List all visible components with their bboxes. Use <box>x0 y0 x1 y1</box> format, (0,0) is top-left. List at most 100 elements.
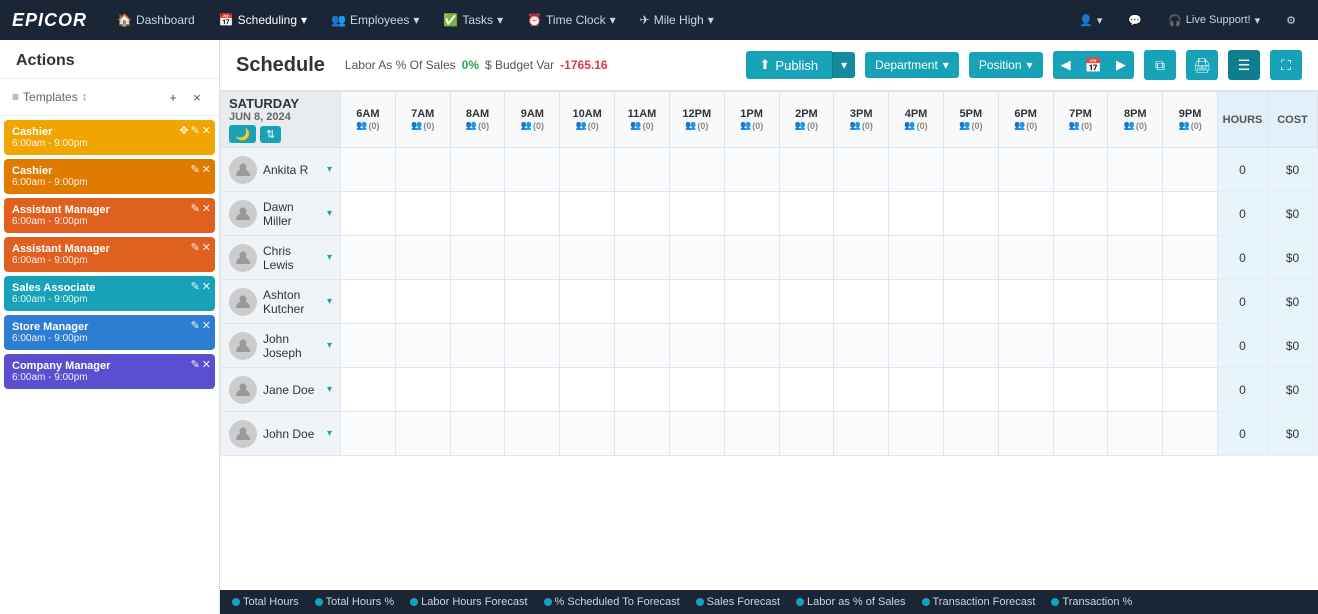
edit-icon[interactable]: ✎ <box>191 163 200 176</box>
schedule-cell[interactable] <box>943 280 998 324</box>
template-card[interactable]: ✎ ✕ Store Manager 6:00am - 9:00pm <box>4 315 215 350</box>
employee-expand-icon[interactable]: ▾ <box>327 296 332 307</box>
schedule-cell[interactable] <box>943 192 998 236</box>
schedule-cell[interactable] <box>395 412 450 456</box>
schedule-cell[interactable] <box>1053 412 1108 456</box>
employee-expand-icon[interactable]: ▾ <box>327 340 332 351</box>
schedule-cell[interactable] <box>889 148 944 192</box>
schedule-cell[interactable] <box>1163 148 1218 192</box>
schedule-cell[interactable] <box>450 236 505 280</box>
schedule-cell[interactable] <box>779 236 834 280</box>
schedule-cell[interactable] <box>1163 236 1218 280</box>
edit-icon[interactable]: ✎ <box>191 319 200 332</box>
schedule-cell[interactable] <box>395 192 450 236</box>
delete-icon[interactable]: ✕ <box>202 319 211 332</box>
footer-item[interactable]: Transaction Forecast <box>922 596 1036 608</box>
schedule-cell[interactable] <box>1108 412 1163 456</box>
schedule-cell[interactable] <box>505 368 560 412</box>
employee-expand-icon[interactable]: ▾ <box>327 252 332 263</box>
schedule-cell[interactable] <box>395 236 450 280</box>
schedule-cell[interactable] <box>669 148 724 192</box>
employee-expand-icon[interactable]: ▾ <box>327 428 332 439</box>
schedule-cell[interactable] <box>834 148 889 192</box>
copy-button[interactable]: ⧉ <box>1144 50 1176 80</box>
employee-expand-icon[interactable]: ▾ <box>327 164 332 175</box>
schedule-cell[interactable] <box>341 280 396 324</box>
schedule-cell[interactable] <box>450 324 505 368</box>
schedule-cell[interactable] <box>669 324 724 368</box>
schedule-cell[interactable] <box>1163 368 1218 412</box>
schedule-cell[interactable] <box>1108 192 1163 236</box>
schedule-cell[interactable] <box>1163 324 1218 368</box>
schedule-cell[interactable] <box>779 368 834 412</box>
schedule-cell[interactable] <box>889 324 944 368</box>
schedule-cell[interactable] <box>395 280 450 324</box>
department-button[interactable]: Department ▾ <box>865 52 959 78</box>
employee-expand-icon[interactable]: ▾ <box>327 208 332 219</box>
schedule-cell[interactable] <box>395 324 450 368</box>
schedule-cell[interactable] <box>889 236 944 280</box>
schedule-cell[interactable] <box>779 192 834 236</box>
print-button[interactable]: 🖨 <box>1186 50 1218 80</box>
schedule-cell[interactable] <box>560 324 615 368</box>
edit-icon[interactable]: ✎ <box>191 202 200 215</box>
schedule-cell[interactable] <box>889 368 944 412</box>
schedule-cell[interactable] <box>669 368 724 412</box>
schedule-cell[interactable] <box>834 236 889 280</box>
nav-tasks[interactable]: ✅ Tasks ▾ <box>433 9 513 31</box>
schedule-cell[interactable] <box>669 280 724 324</box>
schedule-cell[interactable] <box>341 324 396 368</box>
delete-icon[interactable]: ✕ <box>202 241 211 254</box>
schedule-cell[interactable] <box>1053 280 1108 324</box>
schedule-cell[interactable] <box>834 280 889 324</box>
publish-caret-button[interactable]: ▾ <box>832 52 855 78</box>
footer-item[interactable]: Total Hours <box>232 596 299 608</box>
schedule-cell[interactable] <box>341 412 396 456</box>
schedule-cell[interactable] <box>1163 280 1218 324</box>
schedule-cell[interactable] <box>834 324 889 368</box>
nav-employees[interactable]: 👥 Employees ▾ <box>321 9 429 31</box>
schedule-cell[interactable] <box>450 368 505 412</box>
template-card[interactable]: ✎ ✕ Sales Associate 6:00am - 9:00pm <box>4 276 215 311</box>
delete-icon[interactable]: ✕ <box>202 280 211 293</box>
schedule-cell[interactable] <box>834 412 889 456</box>
drag-icon[interactable]: ✥ <box>179 124 188 137</box>
schedule-cell[interactable] <box>724 280 779 324</box>
schedule-cell[interactable] <box>615 148 670 192</box>
employee-expand-icon[interactable]: ▾ <box>327 384 332 395</box>
schedule-cell[interactable] <box>1108 236 1163 280</box>
footer-item[interactable]: Transaction % <box>1051 596 1132 608</box>
prev-date-button[interactable]: ◀ <box>1053 51 1079 79</box>
schedule-cell[interactable] <box>998 148 1053 192</box>
schedule-cell[interactable] <box>450 148 505 192</box>
footer-item[interactable]: Labor as % of Sales <box>796 596 905 608</box>
schedule-cell[interactable] <box>341 192 396 236</box>
schedule-cell[interactable] <box>560 236 615 280</box>
template-card[interactable]: ✎ ✕ Company Manager 6:00am - 9:00pm <box>4 354 215 389</box>
schedule-cell[interactable] <box>1108 368 1163 412</box>
footer-item[interactable]: Sales Forecast <box>696 596 780 608</box>
templates-sort-icon[interactable]: ↕ <box>82 91 88 103</box>
template-card[interactable]: ✥ ✎ ✕ Cashier 6:00am - 9:00pm <box>4 120 215 155</box>
schedule-cell[interactable] <box>779 148 834 192</box>
schedule-cell[interactable] <box>779 412 834 456</box>
schedule-cell[interactable] <box>615 324 670 368</box>
edit-icon[interactable]: ✎ <box>191 280 200 293</box>
schedule-cell[interactable] <box>834 192 889 236</box>
fullscreen-button[interactable]: ⛶ <box>1270 50 1302 80</box>
schedule-cell[interactable] <box>724 368 779 412</box>
schedule-cell[interactable] <box>1163 412 1218 456</box>
schedule-cell[interactable] <box>889 412 944 456</box>
schedule-cell[interactable] <box>505 236 560 280</box>
footer-item[interactable]: Labor Hours Forecast <box>410 596 527 608</box>
schedule-cell[interactable] <box>998 412 1053 456</box>
schedule-cell[interactable] <box>998 368 1053 412</box>
schedule-cell[interactable] <box>341 148 396 192</box>
schedule-cell[interactable] <box>615 280 670 324</box>
schedule-cell[interactable] <box>779 280 834 324</box>
delete-icon[interactable]: ✕ <box>202 202 211 215</box>
templates-close-btn[interactable]: × <box>187 87 207 107</box>
nav-support[interactable]: 🎧 Live Support! ▾ <box>1158 10 1270 31</box>
schedule-cell[interactable] <box>724 192 779 236</box>
schedule-cell[interactable] <box>1053 324 1108 368</box>
